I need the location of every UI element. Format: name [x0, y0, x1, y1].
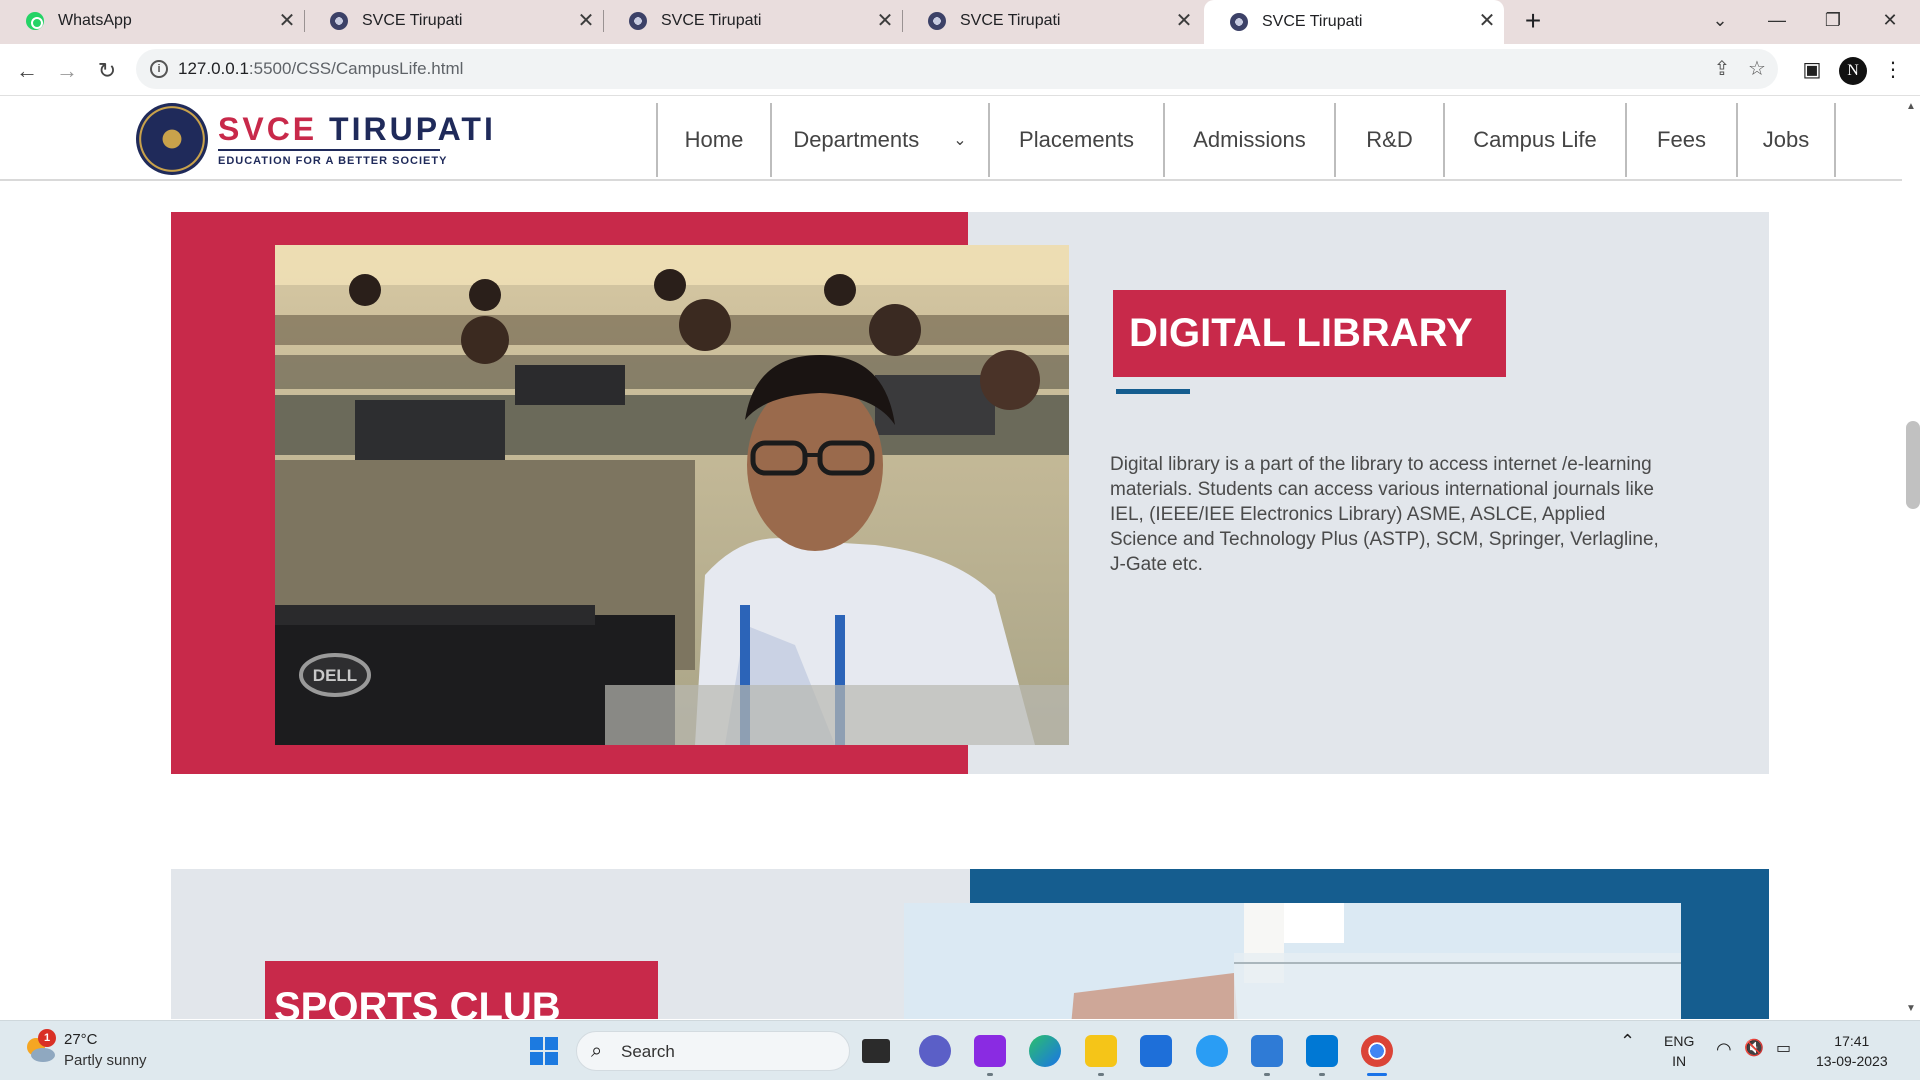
tab-search-chevron-icon[interactable]: ⌄	[1700, 4, 1740, 36]
tab-title: SVCE Tirupati	[362, 12, 463, 29]
sports-club-section: SPORTS CLUB	[171, 869, 1769, 1019]
volume-muted-icon[interactable]: 🔇	[1744, 1039, 1764, 1059]
language-indicator[interactable]: ENG IN	[1664, 1031, 1694, 1071]
vscode-icon[interactable]	[1306, 1035, 1338, 1067]
tab-whatsapp[interactable]: WhatsApp ✕	[0, 0, 305, 42]
tab-title: SVCE Tirupati	[960, 12, 1061, 29]
new-tab-button[interactable]: +	[1518, 6, 1548, 36]
power-automate-icon[interactable]	[1251, 1035, 1283, 1067]
nav-fees[interactable]: Fees	[1627, 103, 1738, 177]
tab-title: WhatsApp	[58, 12, 132, 29]
share-icon[interactable]: ⇪	[1710, 57, 1734, 81]
menu-kebab-icon[interactable]: ⋮	[1880, 57, 1906, 83]
forward-icon[interactable]: →	[50, 54, 84, 88]
windows-start-icon[interactable]	[528, 1035, 560, 1067]
wifi-icon[interactable]: ◠	[1716, 1039, 1732, 1059]
minimize-icon[interactable]: —	[1757, 4, 1797, 36]
search-icon: ⌕	[591, 1040, 603, 1062]
main-nav: Home Departments ⌄ Placements Admissions …	[656, 103, 1836, 177]
get-help-icon[interactable]	[1196, 1035, 1228, 1067]
site-logo-title[interactable]: SVCE TIRUPATI	[218, 111, 496, 148]
whatsapp-icon	[26, 12, 44, 30]
student-at-computer-image: DELL	[275, 245, 1069, 745]
svce-icon	[928, 12, 946, 30]
show-hidden-icons-chevron-icon[interactable]: ⌃	[1620, 1031, 1635, 1051]
close-tab-icon[interactable]: ✕	[874, 10, 896, 32]
window-close-icon[interactable]: ✕	[1870, 4, 1910, 36]
teams-chat-icon[interactable]	[919, 1035, 951, 1067]
weather-alert-badge: 1	[38, 1029, 56, 1047]
windows-taskbar: 1 27°C Partly sunny ⌕ Search ⌃ ENG IN ◠ …	[0, 1020, 1920, 1080]
video-editor-icon[interactable]	[974, 1035, 1006, 1067]
digital-library-description: Digital library is a part of the library…	[1110, 454, 1659, 575]
tab-svce-active[interactable]: SVCE Tirupati ✕	[1204, 0, 1504, 44]
task-view-icon[interactable]	[862, 1039, 890, 1063]
svce-icon	[330, 12, 348, 30]
restore-icon[interactable]: ❐	[1813, 4, 1853, 36]
profile-avatar[interactable]: N	[1839, 57, 1867, 85]
back-icon[interactable]: ←	[10, 54, 44, 88]
system-clock[interactable]: 17:41 13-09-2023	[1816, 1031, 1888, 1071]
nav-departments[interactable]: Departments ⌄	[772, 103, 990, 177]
battery-icon[interactable]: ▭	[1776, 1039, 1791, 1059]
nav-rnd[interactable]: R&D	[1336, 103, 1445, 177]
taskbar-search[interactable]: ⌕ Search	[576, 1031, 850, 1071]
file-explorer-icon[interactable]	[1085, 1035, 1117, 1067]
chevron-down-icon: ⌄	[953, 132, 967, 149]
microsoft-store-icon[interactable]	[1140, 1035, 1172, 1067]
site-info-icon[interactable]: i	[150, 60, 168, 78]
digital-library-photo: DELL	[275, 245, 1069, 745]
nav-admissions[interactable]: Admissions	[1165, 103, 1336, 177]
svce-icon	[629, 12, 647, 30]
site-tagline: EDUCATION FOR A BETTER SOCIETY	[218, 155, 448, 167]
digital-library-title: DIGITAL LIBRARY	[1113, 290, 1506, 377]
nav-campus-life[interactable]: Campus Life	[1445, 103, 1627, 177]
url-text[interactable]: 127.0.0.1:5500/CSS/CampusLife.html	[178, 59, 463, 79]
side-panel-icon[interactable]: ▣	[1799, 57, 1825, 83]
reload-icon[interactable]: ↻	[90, 54, 124, 88]
close-tab-icon[interactable]: ✕	[575, 10, 597, 32]
address-bar[interactable]: i 127.0.0.1:5500/CSS/CampusLife.html ⇪ ☆	[136, 49, 1778, 89]
browser-toolbar: ← → ↻ i 127.0.0.1:5500/CSS/CampusLife.ht…	[0, 44, 1920, 96]
scroll-down-icon[interactable]: ▼	[1905, 1003, 1917, 1015]
scrollbar-thumb[interactable]	[1906, 421, 1920, 509]
college-emblem-icon[interactable]	[136, 103, 208, 175]
page-scrollbar[interactable]: ▲ ▼	[1902, 97, 1920, 1019]
close-tab-icon[interactable]: ✕	[1173, 10, 1195, 32]
title-underline	[1116, 389, 1190, 394]
nav-home[interactable]: Home	[658, 103, 772, 177]
digital-library-section: DELL DIGITAL LIBRARY Digital library is …	[171, 212, 1769, 774]
tab-svce-3[interactable]: SVCE Tirupati ✕	[902, 0, 1201, 42]
sports-facility-image	[904, 903, 1681, 1019]
sports-club-title: SPORTS CLUB	[265, 961, 658, 1019]
nav-placements[interactable]: Placements	[990, 103, 1165, 177]
chrome-icon[interactable]	[1361, 1035, 1393, 1067]
svce-icon	[1230, 13, 1248, 31]
search-label: Search	[621, 1042, 675, 1061]
weather-temperature[interactable]: 27°C	[64, 1031, 98, 1048]
monitor-brand-text: DELL	[313, 666, 357, 685]
tab-svce-2[interactable]: SVCE Tirupati ✕	[603, 0, 903, 42]
weather-description[interactable]: Partly sunny	[64, 1052, 147, 1069]
scroll-up-icon[interactable]: ▲	[1905, 101, 1917, 113]
page-viewport: SVCE TIRUPATI EDUCATION FOR A BETTER SOC…	[0, 97, 1902, 1019]
tab-svce-1[interactable]: SVCE Tirupati ✕	[304, 0, 604, 42]
close-tab-icon[interactable]: ✕	[276, 10, 298, 32]
tab-strip: WhatsApp ✕ SVCE Tirupati ✕ SVCE Tirupati…	[0, 0, 1920, 44]
site-header: SVCE TIRUPATI EDUCATION FOR A BETTER SOC…	[0, 97, 1902, 181]
tab-title: SVCE Tirupati	[1262, 13, 1363, 30]
close-tab-icon[interactable]: ✕	[1476, 10, 1498, 32]
tab-title: SVCE Tirupati	[661, 12, 762, 29]
sports-club-photo	[904, 903, 1681, 1019]
edge-browser-icon[interactable]	[1029, 1035, 1061, 1067]
nav-jobs[interactable]: Jobs	[1738, 103, 1836, 177]
bookmark-star-icon[interactable]: ☆	[1745, 57, 1769, 81]
